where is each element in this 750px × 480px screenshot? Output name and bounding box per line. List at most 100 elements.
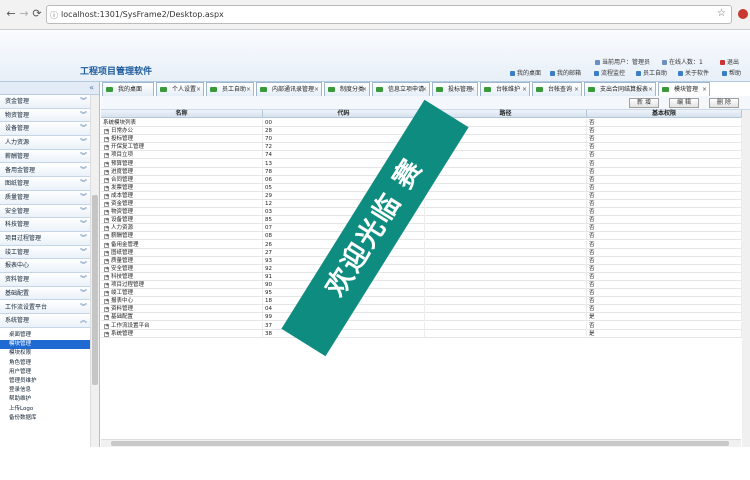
expand-icon[interactable]: + (104, 291, 109, 297)
expand-icon[interactable]: + (104, 242, 109, 248)
expand-icon[interactable]: + (104, 218, 109, 224)
close-icon[interactable]: × (196, 83, 201, 96)
tab-contacts[interactable]: 内部通讯录管理 × (256, 82, 322, 96)
table-row[interactable]: + 质量管理 93 否 (101, 256, 742, 265)
expand-icon[interactable]: + (104, 226, 109, 232)
close-icon[interactable]: × (574, 83, 579, 96)
chevron-down-icon[interactable]: ︾ (80, 191, 87, 204)
chevron-down-icon[interactable]: ︾ (80, 205, 87, 218)
col-header-code[interactable]: 代码 (263, 110, 425, 118)
sidebar-subitem[interactable]: 模块管理 (0, 340, 90, 350)
scrollbar-thumb[interactable] (92, 195, 98, 385)
table-row[interactable]: + 人力资源 07 否 (101, 224, 742, 233)
sidebar-item[interactable]: 项目过程管理 ︾ (0, 232, 90, 246)
chevron-down-icon[interactable]: ︾ (80, 301, 87, 314)
close-icon[interactable]: × (522, 83, 527, 96)
expand-icon[interactable]: + (104, 331, 109, 337)
sidebar-subitem[interactable]: 用户管理 (0, 368, 90, 377)
link-workflow[interactable]: 流程监控 (594, 68, 625, 77)
horizontal-scrollbar[interactable] (101, 439, 741, 447)
tab-personal-settings[interactable]: 个人设置 × (156, 82, 204, 96)
sidebar-subitem[interactable]: 模块权限 (0, 349, 90, 358)
tab-project-apply[interactable]: 信息立项申请 × (372, 82, 430, 96)
sidebar-subitem[interactable]: 角色管理 (0, 359, 90, 368)
sidebar-subitem[interactable]: 备份数据库 (0, 414, 90, 423)
link-help[interactable]: 帮助 (722, 68, 741, 77)
sidebar-item[interactable]: 报表中心 ︾ (0, 259, 90, 274)
expand-icon[interactable]: + (104, 177, 109, 183)
table-row[interactable]: + 项目过程管理 90 否 (101, 281, 742, 290)
chevron-down-icon[interactable]: ︾ (80, 136, 87, 149)
expand-icon[interactable]: + (104, 299, 109, 305)
tab-rule-category[interactable]: 制度分类 × (324, 82, 370, 96)
close-icon[interactable]: × (470, 83, 475, 96)
bookmark-star-icon[interactable]: ☆ (717, 8, 726, 19)
table-row[interactable]: + 设备管理 85 否 (101, 216, 742, 225)
tab-ledger-query[interactable]: 台帐查询 × (532, 82, 582, 96)
expand-icon[interactable]: + (104, 315, 109, 321)
collapse-sidebar-icon[interactable]: « (0, 82, 99, 95)
info-icon[interactable]: ⓘ (50, 10, 58, 21)
sidebar-item[interactable]: 基础配置 ︾ (0, 286, 90, 301)
expand-icon[interactable]: + (104, 185, 109, 191)
table-row[interactable]: + 物资管理 03 否 (101, 208, 742, 217)
table-row[interactable]: + 资料管理 04 否 (101, 305, 742, 314)
table-row[interactable]: + 系统管理 38 是 (101, 329, 742, 338)
expand-icon[interactable]: + (104, 169, 109, 175)
reload-icon[interactable]: ⟳ (30, 7, 44, 21)
expand-icon[interactable]: + (104, 193, 109, 199)
expand-icon[interactable]: + (104, 307, 109, 313)
expand-icon[interactable]: + (104, 129, 109, 135)
scrollbar-thumb[interactable] (111, 441, 729, 446)
table-row[interactable]: + 基础配置 99 是 (101, 313, 742, 322)
link-self-service[interactable]: 员工自助 (636, 68, 667, 77)
sidebar-item[interactable]: 科技管理 ︾ (0, 218, 90, 232)
arrow-right-icon[interactable]: → (17, 7, 31, 21)
link-desktop[interactable]: 我的桌面 (510, 68, 541, 77)
table-row[interactable]: + 备用金管理 26 否 (101, 240, 742, 249)
sidebar-item[interactable]: 竣工管理 ︾ (0, 245, 90, 260)
sidebar-item[interactable]: 设备管理 ︾ (0, 122, 90, 137)
expand-icon[interactable]: + (104, 250, 109, 256)
chevron-down-icon[interactable]: ︾ (80, 273, 87, 286)
chevron-down-icon[interactable]: ︾ (80, 218, 87, 231)
expand-icon[interactable]: + (104, 266, 109, 272)
arrow-left-icon[interactable]: ← (4, 7, 18, 21)
sidebar-scrollbar[interactable] (90, 95, 99, 447)
sidebar-item[interactable]: 资金管理 ︾ (0, 95, 90, 109)
sidebar-item[interactable]: 质量管理 ︾ (0, 190, 90, 205)
table-row[interactable]: + 工作流设置平台 37 否 (101, 321, 742, 330)
tab-contract-report[interactable]: 支出合同结算报表 × (584, 82, 656, 96)
expand-icon[interactable]: + (104, 210, 109, 216)
table-row[interactable]: + 图纸管理 27 否 (101, 248, 742, 257)
sidebar-item[interactable]: 薪酬管理 ︾ (0, 149, 90, 164)
sidebar-item[interactable]: 人力资源 ︾ (0, 136, 90, 150)
chevron-down-icon[interactable]: ︾ (80, 109, 87, 122)
expand-icon[interactable]: + (104, 145, 109, 151)
expand-icon[interactable]: + (104, 137, 109, 143)
sidebar-item[interactable]: 图纸管理 ︾ (0, 177, 90, 191)
sidebar-item[interactable]: 物资管理 ︾ (0, 108, 90, 123)
chevron-down-icon[interactable]: ︾ (80, 122, 87, 135)
expand-icon[interactable]: + (104, 258, 109, 264)
expand-icon[interactable]: + (104, 202, 109, 207)
expand-icon[interactable]: + (104, 153, 109, 159)
close-icon[interactable]: × (422, 83, 427, 96)
close-icon[interactable]: × (702, 83, 707, 96)
table-row[interactable]: + 薪酬管理 08 否 (101, 232, 742, 241)
tab-self-service[interactable]: 员工自助 × (206, 82, 254, 96)
expand-icon[interactable]: + (104, 274, 109, 280)
content-scrollbar[interactable] (742, 110, 750, 447)
col-header-permission[interactable]: 基本权限 (587, 110, 742, 118)
sidebar-subitem[interactable]: 帮助维护 (0, 395, 90, 404)
col-header-name[interactable]: 名称 (101, 110, 263, 118)
chevron-up-icon[interactable]: ︽ (80, 314, 87, 327)
tab-desktop[interactable]: 我的桌面 (102, 82, 154, 96)
sidebar-subitem[interactable]: 上传Logo (0, 405, 90, 414)
sidebar-item[interactable]: 系统管理 ︽ (0, 314, 90, 328)
close-icon[interactable]: × (314, 83, 319, 96)
sidebar-item[interactable]: 资料管理 ︾ (0, 273, 90, 287)
link-about[interactable]: 关于软件 (678, 68, 709, 77)
extension-icon[interactable] (738, 9, 748, 19)
exit-link[interactable]: 退出 (720, 57, 739, 66)
